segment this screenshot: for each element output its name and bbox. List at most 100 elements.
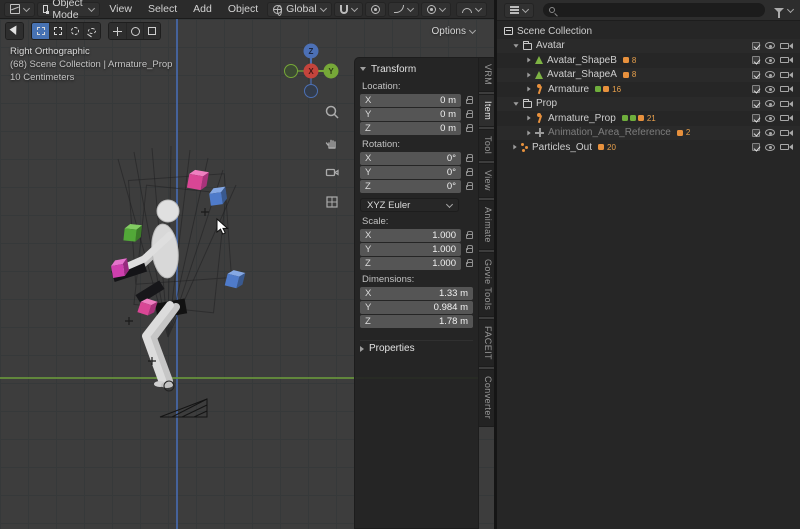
menu-object[interactable]: Object [221,0,265,18]
rotation-z-field[interactable]: Z 0° [360,180,461,193]
menu-select[interactable]: Select [141,0,184,18]
lock-icon[interactable] [466,99,473,104]
ortho-toggle-control[interactable] [324,194,340,215]
menu-view[interactable]: View [102,0,139,18]
disclosure-triangle[interactable] [513,102,518,105]
options-dropdown[interactable]: Options [432,26,475,37]
camera-icon[interactable] [780,115,789,121]
transform-scale-button[interactable] [143,23,160,39]
rotation-y-field[interactable]: Y 0° [360,166,461,179]
tab-tool[interactable]: Tool [479,129,495,161]
transform-rotate-button[interactable] [126,23,143,39]
rotation-mode-dropdown[interactable]: XYZ Euler [360,198,459,212]
outliner-row-scene-collection[interactable]: Scene Collection [497,24,800,39]
checkbox-icon[interactable] [752,42,760,50]
camera-icon[interactable] [780,144,789,150]
rotation-x-field[interactable]: X 0° [360,152,461,165]
3d-viewport[interactable]: Options Right Orthographic (68) Scene Co… [0,19,495,529]
lock-icon[interactable] [466,234,473,239]
eye-icon[interactable] [765,86,775,93]
outliner-row-avatar[interactable]: Avatar [497,39,800,54]
location-y-field[interactable]: Y 0 m [360,108,461,121]
checkbox-icon[interactable] [752,71,760,79]
tab-govie-tools[interactable]: Govie Tools [479,252,495,317]
tab-animate[interactable]: Animate [479,200,495,250]
mode-selector[interactable]: Object Mode [37,2,100,17]
disclosure-triangle[interactable] [527,87,530,92]
editor-type-button[interactable] [4,2,35,17]
camera-icon[interactable] [780,72,789,78]
select-mode-box[interactable] [49,23,66,39]
tab-converter[interactable]: Converter [479,369,495,426]
location-z-field[interactable]: Z 0 m [360,122,461,135]
active-tool-button[interactable] [6,23,23,39]
lock-icon[interactable] [466,113,473,118]
checkbox-icon[interactable] [752,85,760,93]
transform-move-button[interactable] [109,23,126,39]
checkbox-icon[interactable] [752,100,760,108]
eye-icon[interactable] [765,115,775,122]
select-mode-tweak[interactable] [32,23,49,39]
lock-icon[interactable] [466,185,473,190]
disclosure-triangle[interactable] [527,130,530,135]
select-mode-circle[interactable] [66,23,83,39]
filter-dropdown-icon[interactable] [787,5,794,12]
outliner-row-prop[interactable]: Prop [497,97,800,112]
camera-view-control[interactable] [324,164,340,185]
gizmos-dropdown[interactable] [421,2,451,17]
dimensions-z-field[interactable]: Z 1.78 m [360,315,473,328]
orientation-selector[interactable]: Global [267,2,331,17]
eye-icon[interactable] [765,144,775,151]
scale-x-field[interactable]: X 1.000 [360,229,461,242]
select-mode-lasso[interactable] [83,23,100,39]
zoom-control[interactable] [324,104,340,125]
outliner-row-avatar-shapea[interactable]: Avatar_ShapeA 8 [497,68,800,83]
proportional-falloff-dropdown[interactable] [388,2,419,17]
scale-z-field[interactable]: Z 1.000 [360,257,461,270]
camera-icon[interactable] [780,86,789,92]
lock-icon[interactable] [466,262,473,267]
checkbox-icon[interactable] [752,129,760,137]
pan-control[interactable] [324,134,340,155]
disclosure-triangle[interactable] [513,145,516,150]
menu-add[interactable]: Add [186,0,219,18]
eye-icon[interactable] [765,100,775,107]
camera-icon[interactable] [780,57,789,63]
outliner-search-input[interactable] [543,3,765,17]
tab-faceit[interactable]: FACEIT [479,319,495,367]
outliner-row-particles-out[interactable]: Particles_Out 20 [497,140,800,155]
tab-item[interactable]: Item [479,94,495,127]
disclosure-triangle[interactable] [513,44,518,47]
outliner-row-avatar-shapeb[interactable]: Avatar_ShapeB 8 [497,53,800,68]
camera-icon[interactable] [780,43,789,49]
location-x-field[interactable]: X 0 m [360,94,461,107]
properties-panel-header[interactable]: Properties [360,340,473,356]
eye-icon[interactable] [765,129,775,136]
checkbox-icon[interactable] [752,143,760,151]
eye-icon[interactable] [765,42,775,49]
lock-icon[interactable] [466,127,473,132]
transform-panel-header[interactable]: Transform [360,61,473,77]
camera-icon[interactable] [780,101,789,107]
editor-divider[interactable] [494,0,497,529]
dimensions-y-field[interactable]: Y 0.984 m [360,301,473,314]
proportional-editing-toggle[interactable] [365,2,386,17]
overlays-dropdown[interactable] [456,2,487,17]
lock-icon[interactable] [466,248,473,253]
tab-view[interactable]: View [479,163,495,198]
lock-icon[interactable] [466,171,473,176]
outliner-row-armature-prop[interactable]: Armature_Prop 21 [497,111,800,126]
camera-icon[interactable] [780,130,789,136]
snap-toggle[interactable] [334,2,363,17]
outliner-type-button[interactable] [504,3,534,18]
lock-icon[interactable] [466,157,473,162]
outliner-row-armature[interactable]: Armature 16 [497,82,800,97]
checkbox-icon[interactable] [752,56,760,64]
tab-vrm[interactable]: VRM [479,57,495,92]
filter-icon[interactable] [774,8,784,13]
navigation-gizmo[interactable]: Z Y X [282,42,340,100]
outliner-row-animation-area-reference[interactable]: Animation_Area_Reference 2 [497,126,800,141]
eye-icon[interactable] [765,71,775,78]
dimensions-x-field[interactable]: X 1.33 m [360,287,473,300]
checkbox-icon[interactable] [752,114,760,122]
